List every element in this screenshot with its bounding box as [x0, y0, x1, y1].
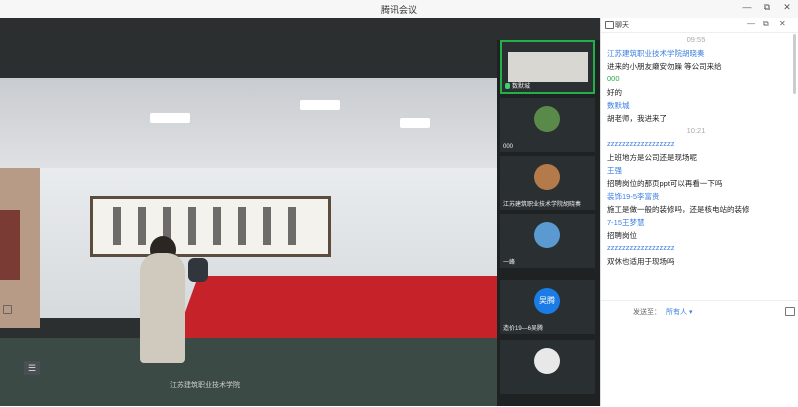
participant-name: 造价19—6吴腾 [503, 326, 544, 332]
avatar: 吴腾 [534, 288, 560, 314]
close-icon[interactable]: ✕ [779, 19, 786, 28]
avatar [534, 348, 560, 374]
avatar [534, 106, 560, 132]
chat-message: 施工是做一般的装修吗，还是核电站的装修 [607, 205, 750, 214]
chat-input-area[interactable]: 发送至： 所有人 ▾ [601, 300, 798, 407]
file-icon[interactable] [785, 307, 795, 316]
left-strip [0, 300, 14, 320]
participant-thumbnail[interactable]: 000 [500, 98, 595, 152]
chat-messages[interactable]: 09:55 江苏建筑职业技术学院胡晓奏进来的小朋友癞安勿躁 等公司来给 000 好的数… [601, 34, 791, 279]
ceiling-light [400, 118, 430, 128]
window-title: 腾讯会议 [380, 5, 417, 15]
restore-icon[interactable]: ⧉ [760, 2, 774, 13]
avatar [534, 222, 560, 248]
thumbnail-video [508, 52, 588, 82]
chat-icon [605, 21, 614, 29]
participant-name: 江苏建筑职业技术学院胡晓奏 [503, 202, 582, 208]
ceiling-light [300, 100, 340, 110]
send-target-select[interactable]: 所有人 ▾ [666, 309, 692, 316]
share-icon[interactable] [3, 305, 12, 314]
calligraphy-scroll [90, 196, 331, 257]
close-icon[interactable]: ✕ [780, 2, 794, 13]
participant-name: 数默城 [505, 81, 530, 90]
chat-timestamp: 09:55 [686, 35, 706, 44]
chat-message: 好的 [607, 88, 622, 97]
chat-message: 胡老师，我进来了 [607, 114, 667, 123]
chat-sender: 江苏建筑职业技术学院胡晓奏 [607, 49, 705, 58]
participant-name: 000 [503, 144, 514, 150]
chat-sender: 王强 [607, 166, 622, 175]
mic-icon [505, 83, 510, 90]
participant-thumbnail[interactable]: 一峰 [500, 214, 595, 268]
title-bar: 腾讯会议 — ⧉ ✕ [0, 0, 798, 19]
send-to: 发送至： 所有人 ▾ [633, 309, 693, 316]
participant-thumbnail[interactable]: 吴腾 造价19—6吴腾 [500, 280, 595, 334]
chat-message: 双休也适用于现场吗 [607, 257, 675, 266]
chat-message: 招聘岗位的那页ppt可以再看一下吗 [607, 179, 723, 188]
scrollbar[interactable] [793, 34, 796, 94]
chat-message: 进来的小朋友癞安勿躁 等公司来给 [607, 62, 722, 71]
person-background [188, 258, 208, 282]
chat-sender: 7-15王梦慧 [607, 218, 645, 227]
ceiling-light [150, 113, 190, 123]
chat-sender: zzzzzzzzzzzzzzzzzz [607, 139, 675, 148]
menu-icon[interactable]: ☰ [24, 361, 40, 375]
chat-timestamp: 10:21 [686, 126, 706, 135]
chat-sender: 数默城 [607, 101, 630, 110]
participant-thumbnail[interactable]: 数默城 [500, 40, 595, 94]
avatar [534, 164, 560, 190]
participant-thumbnails: 数默城 000 江苏建筑职业技术学院胡晓奏 一峰 吴腾 造价19—6吴腾 [497, 40, 600, 406]
participant-thumbnail[interactable]: 江苏建筑职业技术学院胡晓奏 [500, 156, 595, 210]
person-seated [140, 253, 185, 363]
minimize-icon[interactable]: — [740, 2, 754, 12]
chat-sender: 000 [607, 74, 620, 83]
minimize-icon[interactable]: — [747, 19, 755, 28]
stage-caption: 江苏建筑职业技术学院 [170, 382, 240, 389]
video-glitch [0, 210, 20, 280]
participant-name: 一峰 [503, 260, 516, 266]
restore-icon[interactable]: ⧉ [763, 19, 769, 29]
chat-header: 聊天 — ⧉ ✕ [601, 18, 798, 33]
chat-panel: 聊天 — ⧉ ✕ 09:55 江苏建筑职业技术学院胡晓奏进来的小朋友癞安勿躁 等公… [600, 18, 798, 406]
participant-thumbnail[interactable] [500, 340, 595, 394]
chat-message: 上班地方是公司还是现场呢 [607, 153, 697, 162]
chat-message: 招聘岗位 [607, 231, 637, 240]
chat-sender: zzzzzzzzzzzzzzzzzz [607, 243, 675, 252]
chat-title: 聊天 [615, 22, 629, 29]
chat-sender: 装饰19-5李富贵 [607, 192, 660, 201]
